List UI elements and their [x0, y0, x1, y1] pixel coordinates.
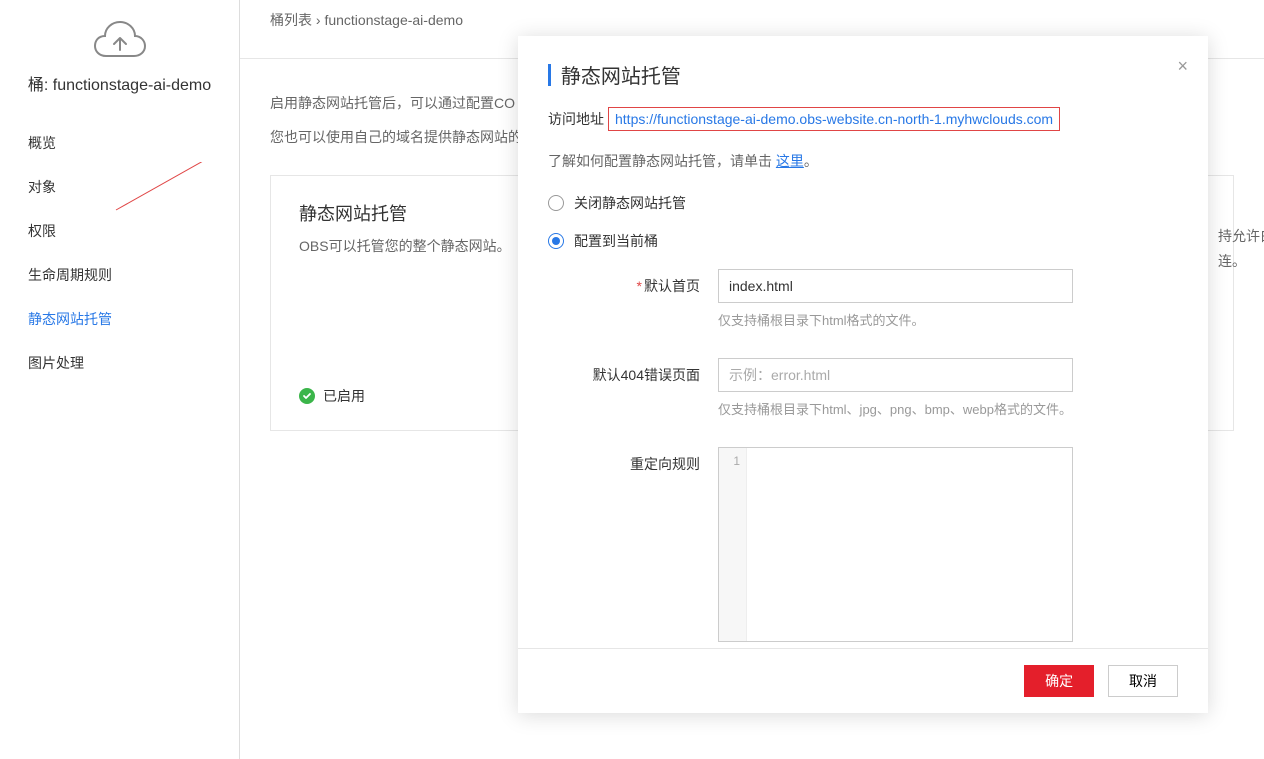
redirect-label: 重定向规则	[548, 447, 718, 642]
error-input[interactable]	[718, 358, 1073, 392]
modal-header: 静态网站托管 ×	[518, 36, 1208, 89]
close-icon[interactable]: ×	[1177, 56, 1188, 77]
row-index: *默认首页 仅支持桶根目录下html格式的文件。	[548, 269, 1178, 352]
access-row: 访问地址 https://functionstage-ai-demo.obs-w…	[548, 107, 1178, 131]
access-url-link[interactable]: https://functionstage-ai-demo.obs-websit…	[615, 111, 1053, 127]
help-link[interactable]: 这里	[776, 153, 804, 169]
error-label: 默认404错误页面	[548, 358, 718, 441]
redirect-editor[interactable]: 1	[718, 447, 1073, 642]
modal-body: 访问地址 https://functionstage-ai-demo.obs-w…	[518, 89, 1208, 642]
radio-enable[interactable]: 配置到当前桶	[548, 231, 1178, 251]
index-input[interactable]	[718, 269, 1073, 303]
radio-disable[interactable]: 关闭静态网站托管	[548, 193, 1178, 213]
access-url-highlight: https://functionstage-ai-demo.obs-websit…	[608, 107, 1060, 131]
code-text[interactable]	[747, 448, 1072, 641]
error-hint: 仅支持桶根目录下html、jpg、png、bmp、webp格式的文件。	[718, 400, 1078, 421]
modal-footer: 确定 取消	[518, 648, 1208, 713]
static-hosting-modal: 静态网站托管 × 访问地址 https://functionstage-ai-d…	[518, 36, 1208, 713]
cancel-button[interactable]: 取消	[1108, 665, 1178, 697]
modal-backdrop: 静态网站托管 × 访问地址 https://functionstage-ai-d…	[0, 0, 1264, 759]
radio-icon	[548, 195, 564, 211]
help-text: 了解如何配置静态网站托管，请单击 这里。	[548, 151, 1178, 171]
radio-enable-label: 配置到当前桶	[574, 231, 658, 251]
row-404: 默认404错误页面 仅支持桶根目录下html、jpg、png、bmp、webp格…	[548, 358, 1178, 441]
index-label: *默认首页	[548, 269, 718, 352]
access-label: 访问地址	[548, 109, 604, 129]
radio-icon-checked	[548, 233, 564, 249]
modal-title: 静态网站托管	[561, 60, 681, 89]
radio-disable-label: 关闭静态网站托管	[574, 193, 686, 213]
ok-button[interactable]: 确定	[1024, 665, 1094, 697]
index-hint: 仅支持桶根目录下html格式的文件。	[718, 311, 1078, 332]
line-gutter: 1	[719, 448, 747, 641]
row-redirect: 重定向规则 1	[548, 447, 1178, 642]
accent-bar	[548, 64, 551, 86]
